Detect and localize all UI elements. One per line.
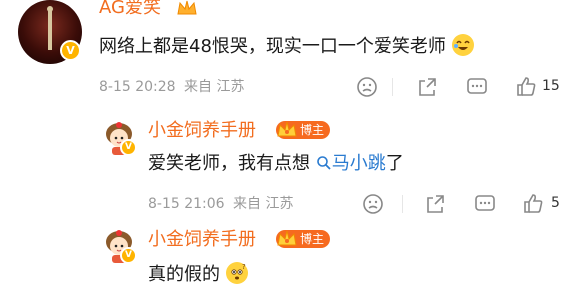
like-count: 15	[542, 78, 560, 94]
reply-text: 真的假的 ?	[148, 262, 248, 287]
reply-text: 爱笑老师，我有点想 马小跳了	[148, 153, 404, 174]
mention-link[interactable]: 马小跳	[316, 153, 386, 174]
laughing-emoji-icon	[451, 34, 474, 56]
reply-author[interactable]: 小金饲养手册	[148, 229, 256, 251]
comment-icon[interactable]	[466, 76, 488, 98]
crown-badge-icon	[276, 119, 298, 141]
verified-badge-icon: V	[120, 139, 137, 156]
like-icon[interactable]	[515, 75, 537, 97]
crown-badge-icon	[176, 0, 198, 17]
host-badge-label: 博主	[300, 232, 325, 246]
thinking-emoji-icon: ?	[225, 262, 248, 284]
reply-location: 来自 江苏	[233, 196, 294, 212]
verified-badge-icon: V	[120, 247, 137, 264]
divider	[402, 195, 403, 213]
reply-author[interactable]: 小金饲养手册	[148, 120, 256, 142]
comment-meta: 8-15 20:28 来自 江苏	[99, 78, 244, 96]
comment-author[interactable]: AG爱笑	[99, 0, 161, 19]
search-icon	[316, 156, 331, 170]
host-badge-label: 博主	[300, 123, 325, 137]
svg-text:?: ?	[242, 263, 246, 271]
comment-icon[interactable]	[474, 193, 496, 215]
crown-badge-icon	[276, 228, 298, 250]
reply-meta: 8-15 21:06 来自 江苏	[148, 195, 293, 213]
comment-text: 网络上都是48恨哭，现实一口一个爱笑老师	[99, 34, 474, 59]
comment-time: 8-15 20:28	[99, 79, 176, 95]
verified-badge-icon: V	[60, 40, 81, 61]
sad-emoji-icon[interactable]	[362, 193, 384, 215]
share-icon[interactable]	[416, 76, 438, 98]
like-icon[interactable]	[522, 192, 544, 214]
comment-location: 来自 江苏	[184, 79, 245, 95]
mention-text[interactable]: 马小跳	[332, 153, 386, 174]
reply-time: 8-15 21:06	[148, 196, 225, 212]
sad-emoji-icon[interactable]	[356, 76, 378, 98]
share-icon[interactable]	[424, 193, 446, 215]
divider	[392, 78, 393, 96]
like-count: 5	[551, 195, 560, 211]
